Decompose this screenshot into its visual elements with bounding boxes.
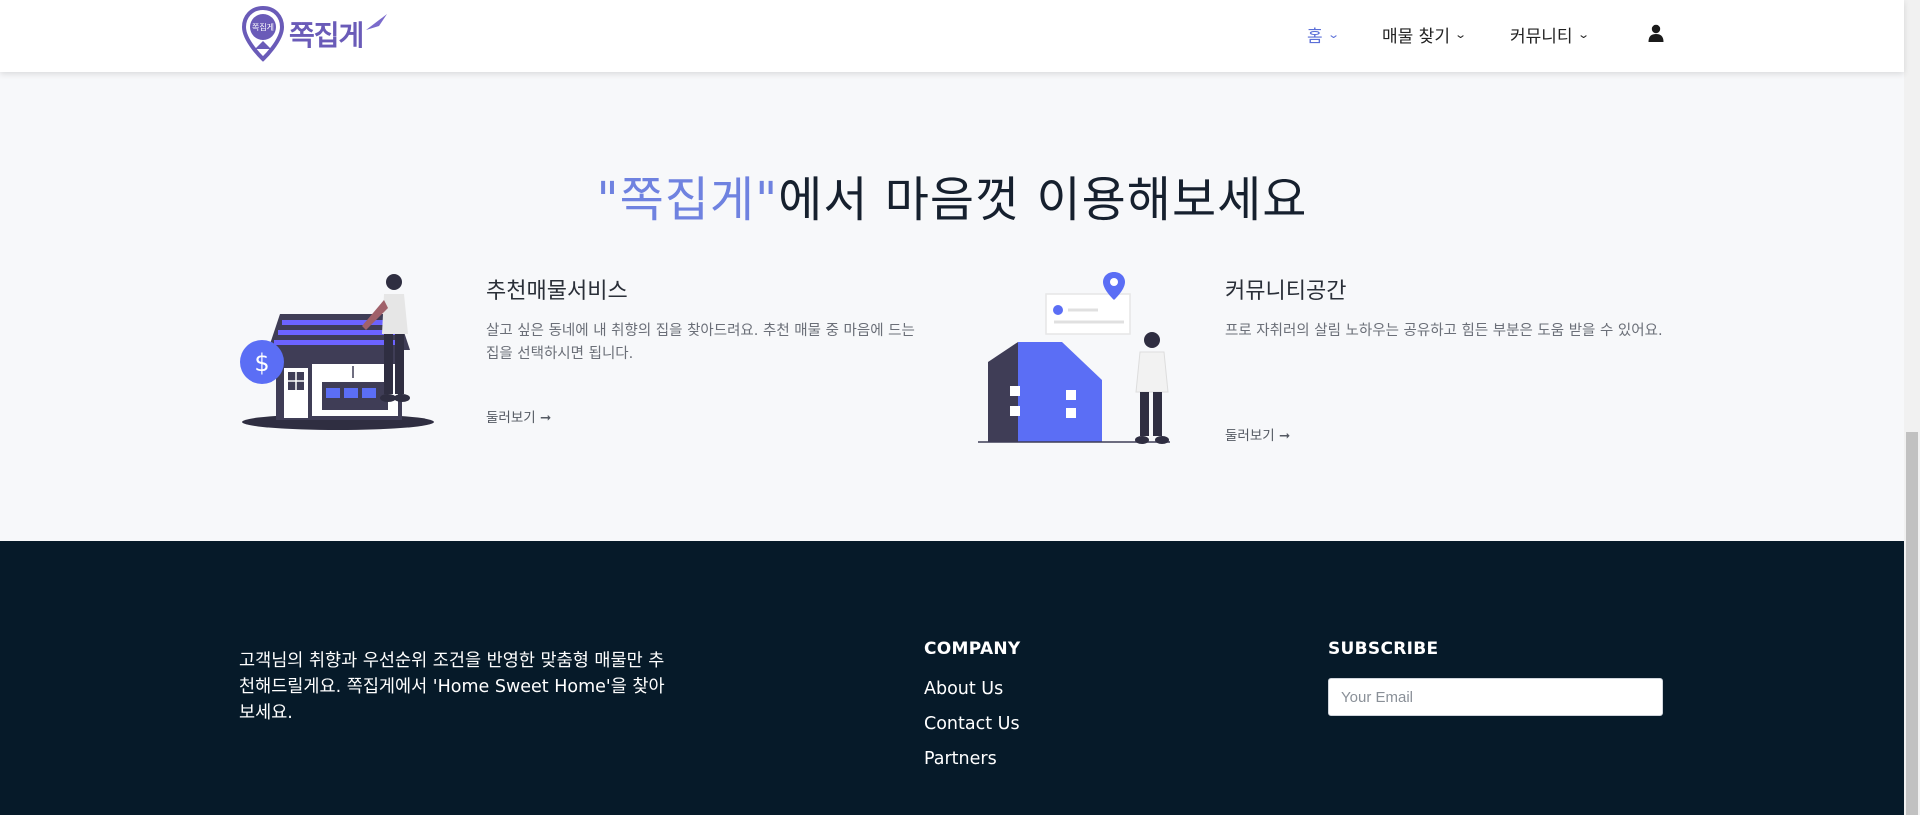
footer-company-heading: COMPANY	[924, 639, 1021, 659]
footer: 고객님의 취향과 우선순위 조건을 반영한 맞춤형 매물만 추천해드릴게요. 쪽…	[0, 541, 1904, 815]
user-icon[interactable]	[1648, 24, 1664, 42]
chevron-down-icon: ⌄	[1454, 27, 1468, 41]
nav-community[interactable]: 커뮤니티 ⌄	[1510, 22, 1590, 47]
footer-link-about-us[interactable]: About Us	[924, 679, 1003, 699]
logo-badge: 쪽집게	[252, 22, 274, 32]
logo-pin-icon: 쪽집게	[241, 5, 285, 62]
card-title-community: 커뮤니티공간	[1225, 279, 1347, 304]
card-title-recommend: 추천매물서비스	[486, 279, 628, 304]
card-link-community[interactable]: 둘러보기 ➞	[1225, 424, 1290, 444]
logo-text: 쪽집게	[289, 19, 364, 52]
card-desc-recommend: 살고 싶은 동네에 내 취향의 집을 찾아드려요. 추천 매물 중 마음에 드는…	[486, 323, 915, 362]
nav-home[interactable]: 홈 ⌄	[1307, 22, 1340, 47]
section-title-rest: 에서 마음껏 이용해보세요	[778, 172, 1308, 228]
card-desc-community: 프로 자취러의 살림 노하우는 공유하고 힘든 부분은 도움 받을 수 있어요.	[1225, 323, 1663, 339]
house-location-illustration	[978, 272, 1170, 444]
scrollbar-thumb[interactable]	[1906, 432, 1918, 815]
footer-link-contact-us[interactable]: Contact Us	[924, 714, 1020, 734]
nav-home-label: 홈	[1307, 26, 1323, 47]
section-title-accent: "쪽집게"	[596, 172, 779, 228]
svg-text:$: $	[254, 349, 269, 377]
chevron-down-icon: ⌄	[1326, 27, 1340, 41]
nav-find-listings-label: 매물 찾기	[1382, 26, 1450, 47]
page-scrollbar[interactable]	[1904, 0, 1920, 815]
nav-community-label: 커뮤니티	[1510, 26, 1573, 47]
logo-check-icon	[366, 14, 388, 30]
logo[interactable]: 쪽집게 쪽집게	[241, 4, 389, 64]
footer-link-partners[interactable]: Partners	[924, 749, 997, 769]
footer-subscribe-heading: SUBSCRIBE	[1328, 639, 1439, 659]
section-title: "쪽집게"에서 마음껏 이용해보세요	[0, 160, 1904, 230]
top-navbar: 쪽집게 쪽집게 홈 ⌄ 매물 찾기 ⌄ 커뮤니티 ⌄	[0, 0, 1904, 72]
house-sale-illustration: $	[240, 274, 434, 430]
chevron-down-icon: ⌄	[1576, 27, 1590, 41]
subscribe-email-input[interactable]	[1328, 678, 1663, 716]
footer-about-text: 고객님의 취향과 우선순위 조건을 반영한 맞춤형 매물만 추천해드릴게요. 쪽…	[239, 651, 665, 723]
card-link-recommend[interactable]: 둘러보기 ➞	[486, 406, 551, 426]
nav-find-listings[interactable]: 매물 찾기 ⌄	[1382, 22, 1468, 47]
